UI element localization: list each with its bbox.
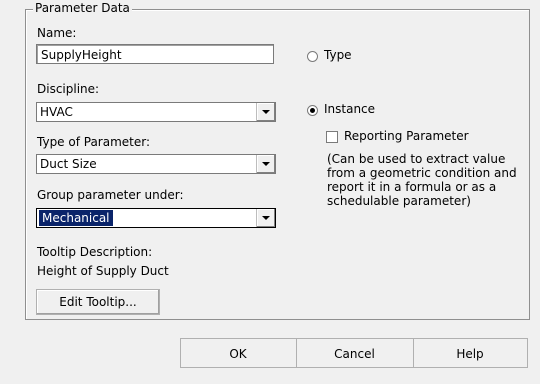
reporting-parameter-checkbox[interactable]: [326, 131, 338, 143]
help-button[interactable]: Help: [413, 339, 527, 368]
parameter-properties-dialog: Parameter Data Name: SupplyHeight Discip…: [0, 0, 540, 384]
reporting-parameter-label[interactable]: Reporting Parameter: [344, 129, 469, 143]
discipline-select[interactable]: HVAC: [36, 102, 276, 122]
discipline-dropdown-button[interactable]: [256, 103, 275, 121]
group-under-value: Mechanical: [39, 210, 113, 226]
type-radio-label[interactable]: Type: [324, 48, 352, 62]
name-label: Name:: [37, 26, 77, 40]
group-under-dropdown-button[interactable]: [256, 209, 275, 227]
chevron-down-icon: [262, 110, 270, 114]
tooltip-label: Tooltip Description:: [37, 245, 153, 259]
ok-button[interactable]: OK: [181, 339, 295, 368]
chevron-down-icon: [262, 162, 270, 166]
discipline-label: Discipline:: [37, 82, 100, 96]
radio-selected-dot: [310, 108, 315, 113]
discipline-value: HVAC: [40, 105, 73, 119]
group-under-label: Group parameter under:: [37, 188, 184, 202]
group-title: Parameter Data: [33, 1, 132, 15]
type-radio[interactable]: [307, 51, 318, 62]
type-of-parameter-label: Type of Parameter:: [37, 135, 151, 149]
type-of-parameter-select[interactable]: Duct Size: [36, 154, 276, 174]
name-input[interactable]: SupplyHeight: [36, 44, 274, 64]
chevron-down-icon: [262, 216, 270, 220]
group-under-select[interactable]: Mechanical: [36, 208, 276, 228]
instance-radio-label[interactable]: Instance: [324, 102, 375, 116]
edit-tooltip-button[interactable]: Edit Tooltip...: [36, 289, 160, 315]
reporting-parameter-note: (Can be used to extract value from a geo…: [327, 152, 517, 208]
instance-radio[interactable]: [307, 105, 318, 116]
type-of-parameter-dropdown-button[interactable]: [256, 155, 275, 173]
cancel-button[interactable]: Cancel: [297, 339, 412, 368]
type-of-parameter-value: Duct Size: [40, 157, 97, 171]
tooltip-description: Height of Supply Duct: [37, 264, 169, 278]
